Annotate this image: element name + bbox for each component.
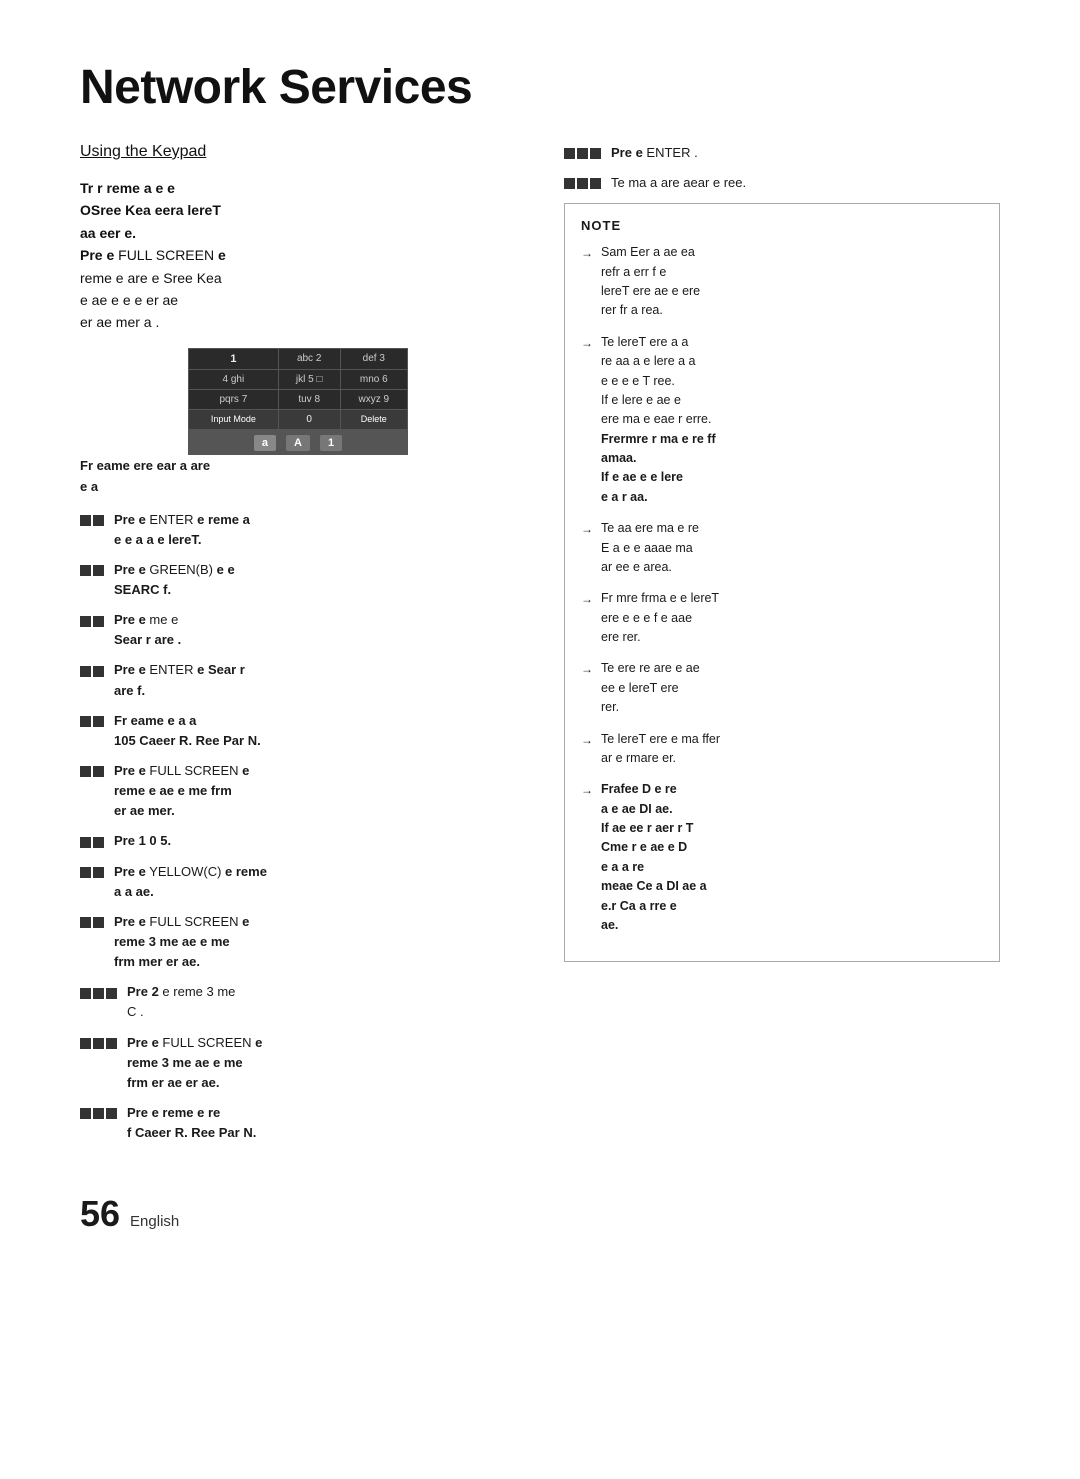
content-wrapper: Using the Keypad Tr r reme a e eOSree Ke… — [80, 143, 1000, 1153]
step-9-icon — [80, 913, 108, 932]
step-7: Pre 1 0 5. — [80, 831, 516, 851]
step-11-icon — [80, 1034, 121, 1053]
note-box: NOTE → Sam Eer a ae ea refr a err f e le… — [564, 203, 1000, 962]
step-6-text: Pre e FULL SCREEN ereme e ae e me frmer … — [114, 761, 516, 821]
note-title: NOTE — [581, 218, 983, 233]
page-number: 56 — [80, 1193, 120, 1235]
note-7-text: Frafee D e re a e ae DI ae. If ae ee r a… — [601, 780, 983, 935]
step-9-text: Pre e FULL SCREEN ereme 3 me ae e mefrm … — [114, 912, 516, 972]
keypad-container: 1 abc 2 def 3 4 ghi jkl 5 □ mno 6 pqrs 7… — [80, 348, 516, 455]
note-4: → Fr mre frma e e lereT ere e e e f e aa… — [581, 589, 983, 647]
note-2-text: Te lereT ere a a re aa a e lere a a e e … — [601, 333, 983, 507]
step-11: Pre e FULL SCREEN ereme 3 me ae e mefrm … — [80, 1033, 516, 1093]
note-3: → Te aa ere ma e re E a e e aaae ma ar e… — [581, 519, 983, 577]
step-2: Pre e GREEN(B) e eSEARC f. — [80, 560, 516, 600]
step-11-text: Pre e FULL SCREEN ereme 3 me ae e mefrm … — [127, 1033, 516, 1093]
step-3-text: Pre e me eSear r are . — [114, 610, 516, 650]
step-4: Pre e ENTER e Sear rare f. — [80, 660, 516, 700]
step-12-icon — [80, 1104, 121, 1123]
note-2-arrow: → — [581, 334, 593, 353]
step-5-icon — [80, 712, 108, 731]
step-2-icon — [80, 561, 108, 580]
note-1-text: Sam Eer a ae ea refr a err f e lereT ere… — [601, 243, 983, 321]
step-5: Fr eame e a a105 Caeer R. Ree Par N. — [80, 711, 516, 751]
page-footer: 56 English — [80, 1193, 1000, 1235]
note-5-arrow: → — [581, 660, 593, 679]
step-2-text: Pre e GREEN(B) e eSEARC f. — [114, 560, 516, 600]
step-1-text: Pre e ENTER e reme ae e a a e lereT. — [114, 510, 516, 550]
note-5-text: Te ere re are e ae ee e lereT ere rer. — [601, 659, 983, 717]
note-4-arrow: → — [581, 590, 593, 609]
right-step-1-text: Pre e ENTER . — [611, 143, 1000, 163]
note-7: → Frafee D e re a e ae DI ae. If ae ee r… — [581, 780, 983, 935]
step-7-icon — [80, 832, 108, 851]
steps-list: Pre e ENTER e reme ae e a a e lereT. Pre… — [80, 510, 516, 1144]
note-3-text: Te aa ere ma e re E a e e aaae ma ar ee … — [601, 519, 983, 577]
step-10-icon — [80, 983, 121, 1002]
note-6-arrow: → — [581, 731, 593, 750]
note-6-text: Te lereT ere e ma ffer ar e rmare er. — [601, 730, 983, 769]
note-7-arrow: → — [581, 781, 593, 800]
step-8-icon — [80, 863, 108, 882]
step-5-text: Fr eame e a a105 Caeer R. Ree Par N. — [114, 711, 516, 751]
note-2: → Te lereT ere a a re aa a e lere a a e … — [581, 333, 983, 507]
note-3-arrow: → — [581, 520, 593, 539]
step-10: Pre 2 e reme 3 meC . — [80, 982, 516, 1022]
step-8-text: Pre e YELLOW(C) e reme a a ae. — [114, 862, 516, 902]
right-step-2: Te ma a are aear e ree. — [564, 173, 1000, 193]
step-3-icon — [80, 611, 108, 630]
note-6: → Te lereT ere e ma ffer ar e rmare er. — [581, 730, 983, 769]
step-7-text: Pre 1 0 5. — [114, 831, 516, 851]
note-5: → Te ere re are e ae ee e lereT ere rer. — [581, 659, 983, 717]
step-1: Pre e ENTER e reme ae e a a e lereT. — [80, 510, 516, 550]
note-1-arrow: → — [581, 244, 593, 263]
page-title: Network Services — [80, 60, 1000, 115]
right-step-1-icon — [564, 144, 605, 163]
step-1-icon — [80, 511, 108, 530]
step-8: Pre e YELLOW(C) e reme a a ae. — [80, 862, 516, 902]
note-4-text: Fr mre frma e e lereT ere e e e f e aae … — [601, 589, 983, 647]
right-step-2-text: Te ma a are aear e ree. — [611, 173, 1000, 193]
step-12-text: Pre e reme e ref Caeer R. Ree Par N. — [127, 1103, 516, 1143]
right-column: Pre e ENTER . Te ma a are aear e ree. NO… — [564, 143, 1000, 1153]
step-3: Pre e me eSear r are . — [80, 610, 516, 650]
section-title: Using the Keypad — [80, 143, 516, 161]
step-4-icon — [80, 661, 108, 680]
left-column: Using the Keypad Tr r reme a e eOSree Ke… — [80, 143, 516, 1153]
step-6-icon — [80, 762, 108, 781]
step-10-text: Pre 2 e reme 3 meC . — [127, 982, 516, 1022]
step-12: Pre e reme e ref Caeer R. Ree Par N. — [80, 1103, 516, 1143]
steps-intro: Fr eame ere ear a aree a — [80, 455, 516, 498]
page-language: English — [130, 1213, 179, 1230]
step-4-text: Pre e ENTER e Sear rare f. — [114, 660, 516, 700]
note-1: → Sam Eer a ae ea refr a err f e lereT e… — [581, 243, 983, 321]
intro-paragraph-1: Tr r reme a e eOSree Kea eera lereTaa ee… — [80, 177, 516, 334]
step-9: Pre e FULL SCREEN ereme 3 me ae e mefrm … — [80, 912, 516, 972]
keypad-table: 1 abc 2 def 3 4 ghi jkl 5 □ mno 6 pqrs 7… — [188, 348, 408, 455]
step-6: Pre e FULL SCREEN ereme e ae e me frmer … — [80, 761, 516, 821]
right-step-1: Pre e ENTER . — [564, 143, 1000, 163]
right-step-2-icon — [564, 174, 605, 193]
